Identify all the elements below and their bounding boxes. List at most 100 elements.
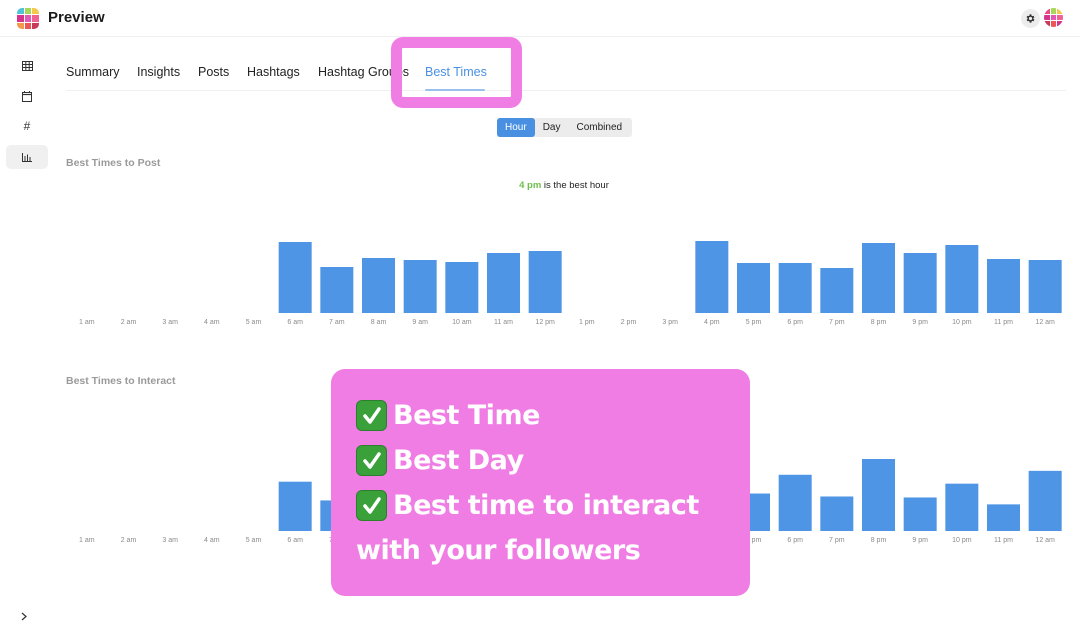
bar-10-am[interactable] (445, 262, 479, 313)
x-tick-label: 11 am (494, 319, 513, 326)
logo-cell (24, 15, 32, 22)
bar-4-pm[interactable] (695, 241, 729, 313)
x-tick-label: 8 pm (871, 319, 887, 326)
post-times-chart: 1 am 2 am 3 am 4 am 5 am 6 am 7 am 8 am 9 am 10 a… (66, 230, 1066, 330)
logo-cell (24, 22, 32, 29)
tab-hashtag-groups[interactable]: Hashtag Groups (318, 65, 409, 79)
x-tick-label: 8 am (371, 319, 387, 326)
settings-button[interactable] (1021, 9, 1040, 28)
bar-9-pm[interactable] (903, 497, 937, 531)
x-tick-label: 5 pm (746, 319, 762, 326)
x-tick-label: 1 pm (579, 319, 595, 326)
tab-hashtags[interactable]: Hashtags (247, 65, 300, 79)
sidebar-item-hashtag[interactable]: # (6, 114, 48, 138)
active-tab-indicator (425, 89, 485, 91)
bar-7-pm[interactable] (820, 268, 854, 313)
sidebar-item-analytics[interactable] (6, 145, 48, 169)
toggle-hour-button[interactable]: Hour (497, 118, 535, 137)
promo-text: Best Day (393, 445, 524, 476)
bar-7-pm[interactable] (820, 496, 854, 531)
bar-8-pm[interactable] (862, 459, 895, 531)
x-tick-label: 6 pm (787, 319, 803, 326)
sidebar: # (0, 38, 54, 631)
bar-11-am[interactable] (487, 253, 520, 313)
x-tick-label: 8 pm (871, 537, 887, 544)
x-tick-label: 4 pm (704, 319, 720, 326)
x-tick-label: 6 pm (787, 537, 803, 544)
toggle-combined-button[interactable]: Combined (568, 118, 630, 137)
logo-cell (17, 8, 24, 15)
x-tick-label: 9 pm (912, 537, 928, 544)
toggle-day-button[interactable]: Day (535, 118, 569, 137)
logo-cell (1057, 14, 1063, 21)
bar-7-am[interactable] (320, 267, 354, 313)
x-tick-label: 3 am (162, 537, 178, 544)
x-tick-label: 2 pm (621, 319, 637, 326)
bar-6-am[interactable] (278, 242, 312, 313)
view-toggle: Hour Day Combined (497, 118, 632, 137)
promo-line-best-interact: Best time to interact (356, 483, 750, 528)
logo-cell (1057, 8, 1063, 14)
x-tick-label: 5 am (246, 319, 262, 326)
tab-best-times[interactable]: Best Times (425, 65, 487, 79)
tab-summary[interactable]: Summary (66, 65, 119, 79)
bar-9-pm[interactable] (903, 253, 937, 313)
sidebar-item-calendar[interactable] (6, 84, 48, 108)
bar-12-am[interactable] (1028, 260, 1062, 313)
calendar-icon (22, 90, 32, 102)
avatar[interactable] (1044, 8, 1063, 27)
best-hour-suffix: is the best hour (541, 180, 609, 191)
sidebar-item-grid[interactable] (6, 54, 48, 78)
x-tick-label: 11 pm (994, 537, 1013, 544)
x-tick-label: 11 pm (994, 319, 1013, 326)
x-tick-label: 6 am (287, 319, 303, 326)
interact-section-title: Best Times to Interact (66, 375, 176, 387)
logo-cell (32, 15, 39, 22)
tab-posts[interactable]: Posts (198, 65, 229, 79)
x-tick-label: 12 am (1035, 319, 1055, 326)
promo-line-best-time: Best Time (356, 393, 750, 438)
x-tick-label: 3 pm (662, 319, 678, 326)
grid-icon (21, 61, 33, 71)
x-tick-label: 12 pm (535, 319, 555, 326)
bar-12-pm[interactable] (528, 251, 562, 313)
bar-6-pm[interactable] (778, 474, 812, 531)
check-box-icon (356, 445, 387, 476)
x-tick-label: 10 pm (952, 537, 972, 544)
promo-text: Best time to interact (393, 490, 699, 521)
promo-overlay: Best Time Best Day Best time to interact… (331, 369, 750, 596)
x-tick-label: 7 pm (829, 319, 845, 326)
expand-sidebar-button[interactable] (17, 608, 31, 624)
bar-chart-icon (22, 152, 32, 162)
bar-5-pm[interactable] (737, 263, 770, 313)
app-logo-icon (17, 8, 39, 29)
bar-6-pm[interactable] (778, 263, 812, 313)
x-tick-label: 7 am (329, 319, 345, 326)
bar-10-pm[interactable] (945, 245, 979, 313)
x-tick-label: 2 am (121, 537, 137, 544)
bar-12-am[interactable] (1028, 470, 1062, 531)
x-tick-label: 10 am (452, 319, 472, 326)
bar-10-pm[interactable] (945, 483, 979, 531)
logo-cell (1057, 21, 1063, 27)
logo-cell (1050, 14, 1057, 21)
analytics-tabs: Summary Insights Posts Hashtags Hashtag … (66, 38, 1066, 91)
chevron-right-icon (21, 612, 27, 620)
bar-11-pm[interactable] (987, 259, 1020, 313)
tab-insights[interactable]: Insights (137, 65, 180, 79)
x-tick-label: 10 pm (952, 319, 972, 326)
bar-9-am[interactable] (403, 260, 437, 313)
x-tick-label: 2 am (121, 319, 137, 326)
logo-cell (1050, 8, 1057, 14)
x-tick-label: 1 am (79, 537, 95, 544)
logo-cell (17, 15, 24, 22)
gear-icon (1026, 14, 1035, 23)
bar-6-am[interactable] (278, 481, 312, 531)
best-hour-value: 4 pm (519, 180, 542, 191)
bar-8-am[interactable] (362, 258, 395, 313)
check-box-icon (356, 490, 387, 521)
top-bar: Preview (0, 0, 1080, 37)
x-tick-label: 7 pm (829, 537, 845, 544)
bar-11-pm[interactable] (987, 504, 1020, 531)
bar-8-pm[interactable] (862, 243, 895, 313)
